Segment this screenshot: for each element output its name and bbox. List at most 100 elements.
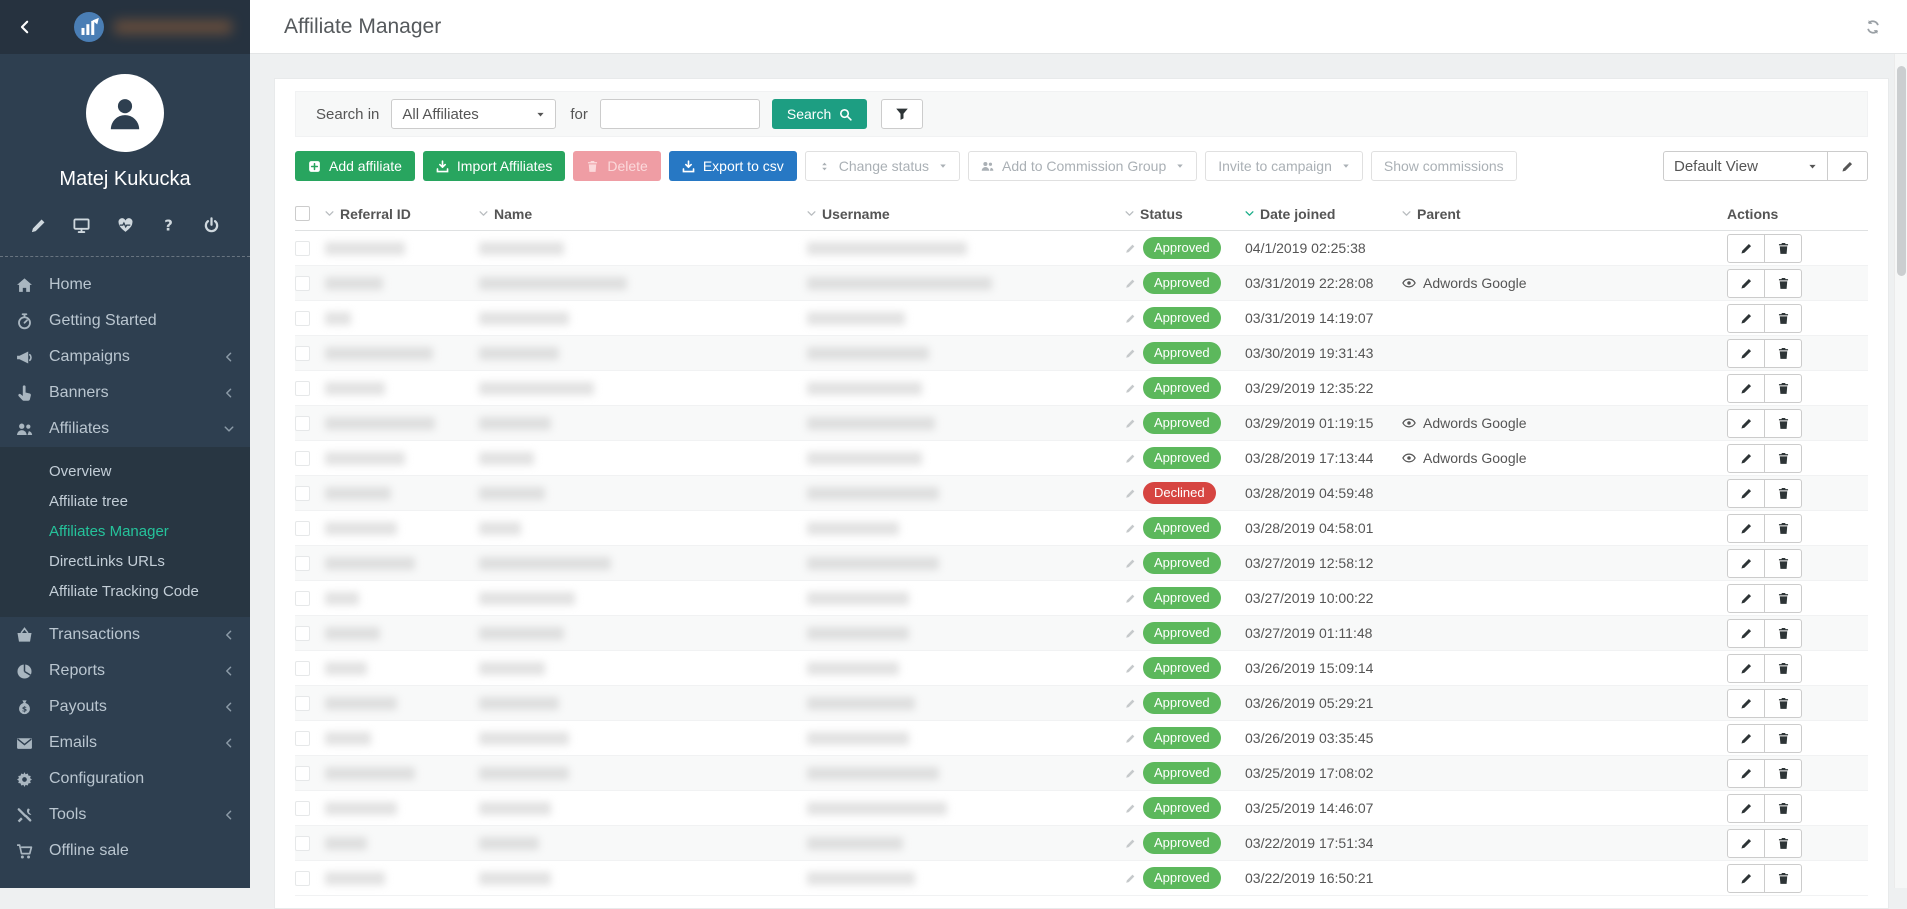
column-header-parent[interactable]: Parent <box>1402 206 1727 222</box>
sidebar-subitem-overview[interactable]: Overview <box>0 457 250 487</box>
delete-row-button[interactable] <box>1764 374 1802 403</box>
edit-row-button[interactable] <box>1727 304 1765 333</box>
edit-row-button[interactable] <box>1727 689 1765 718</box>
scrollbar[interactable] <box>1894 54 1907 888</box>
delete-row-button[interactable] <box>1764 444 1802 473</box>
edit-row-button[interactable] <box>1727 269 1765 298</box>
row-checkbox[interactable] <box>295 871 310 886</box>
edit-row-button[interactable] <box>1727 864 1765 893</box>
delete-row-button[interactable] <box>1764 864 1802 893</box>
row-checkbox[interactable] <box>295 731 310 746</box>
column-header-username[interactable]: Username <box>807 206 1125 222</box>
select-all-checkbox[interactable] <box>295 206 310 221</box>
export-to-csv-button[interactable]: Export to csv <box>669 151 797 181</box>
sidebar-subitem-affiliate-tree[interactable]: Affiliate tree <box>0 487 250 517</box>
edit-row-button[interactable] <box>1727 444 1765 473</box>
sidebar-item-transactions[interactable]: Transactions <box>0 617 250 653</box>
edit-row-button[interactable] <box>1727 514 1765 543</box>
delete-row-button[interactable] <box>1764 724 1802 753</box>
edit-row-button[interactable] <box>1727 234 1765 263</box>
row-checkbox[interactable] <box>295 521 310 536</box>
column-header-date-joined[interactable]: Date joined <box>1245 206 1402 222</box>
edit-row-button[interactable] <box>1727 374 1765 403</box>
sidebar-subitem-affiliates-manager[interactable]: Affiliates Manager <box>0 517 250 547</box>
row-checkbox[interactable] <box>295 661 310 676</box>
delete-row-button[interactable] <box>1764 829 1802 858</box>
back-icon[interactable] <box>18 17 32 37</box>
delete-row-button[interactable] <box>1764 339 1802 368</box>
sidebar-item-affiliates[interactable]: Affiliates <box>0 411 250 447</box>
sidebar-item-banners[interactable]: Banners <box>0 375 250 411</box>
heartbeat-icon[interactable] <box>117 217 134 234</box>
delete-row-button[interactable] <box>1764 759 1802 788</box>
delete-row-button[interactable] <box>1764 479 1802 508</box>
sidebar-item-getting-started[interactable]: Getting Started <box>0 303 250 339</box>
import-affiliates-button[interactable]: Import Affiliates <box>423 151 565 181</box>
row-checkbox[interactable] <box>295 241 310 256</box>
column-header-status[interactable]: Status <box>1125 206 1245 222</box>
delete-row-button[interactable] <box>1764 269 1802 298</box>
sidebar-item-campaigns[interactable]: Campaigns <box>0 339 250 375</box>
add-affiliate-button[interactable]: Add affiliate <box>295 151 415 181</box>
edit-row-button[interactable] <box>1727 339 1765 368</box>
view-select[interactable]: Default View <box>1663 151 1828 181</box>
sidebar-subitem-directlinks-urls[interactable]: DirectLinks URLs <box>0 547 250 577</box>
delete-row-button[interactable] <box>1764 794 1802 823</box>
edit-row-button[interactable] <box>1727 619 1765 648</box>
column-header-referral-id[interactable]: Referral ID <box>325 206 479 222</box>
delete-row-button[interactable] <box>1764 549 1802 578</box>
row-checkbox[interactable] <box>295 836 310 851</box>
edit-row-button[interactable] <box>1727 409 1765 438</box>
delete-row-button[interactable] <box>1764 514 1802 543</box>
row-checkbox[interactable] <box>295 346 310 361</box>
edit-row-button[interactable] <box>1727 829 1765 858</box>
delete-row-button[interactable] <box>1764 619 1802 648</box>
avatar[interactable] <box>86 74 164 152</box>
sidebar-item-configuration[interactable]: Configuration <box>0 761 250 797</box>
edit-row-button[interactable] <box>1727 549 1765 578</box>
row-checkbox[interactable] <box>295 311 310 326</box>
row-checkbox[interactable] <box>295 591 310 606</box>
filter-button[interactable] <box>881 99 923 129</box>
column-header-name[interactable]: Name <box>479 206 807 222</box>
row-checkbox[interactable] <box>295 766 310 781</box>
row-checkbox[interactable] <box>295 416 310 431</box>
edit-row-button[interactable] <box>1727 479 1765 508</box>
edit-row-button[interactable] <box>1727 794 1765 823</box>
row-checkbox[interactable] <box>295 626 310 641</box>
row-checkbox[interactable] <box>295 696 310 711</box>
search-button[interactable]: Search <box>772 99 867 129</box>
sidebar-item-tools[interactable]: Tools <box>0 797 250 833</box>
delete-row-button[interactable] <box>1764 409 1802 438</box>
delete-row-button[interactable] <box>1764 654 1802 683</box>
search-scope-select[interactable]: All Affiliates <box>391 99 556 129</box>
search-input[interactable] <box>600 99 760 129</box>
edit-row-button[interactable] <box>1727 724 1765 753</box>
power-icon[interactable] <box>203 217 220 234</box>
row-checkbox[interactable] <box>295 451 310 466</box>
edit-row-button[interactable] <box>1727 759 1765 788</box>
sidebar-item-offline-sale[interactable]: Offline sale <box>0 833 250 869</box>
row-checkbox[interactable] <box>295 381 310 396</box>
row-checkbox[interactable] <box>295 276 310 291</box>
edit-row-button[interactable] <box>1727 584 1765 613</box>
row-checkbox[interactable] <box>295 556 310 571</box>
sidebar-item-payouts[interactable]: $Payouts <box>0 689 250 725</box>
delete-row-button[interactable] <box>1764 304 1802 333</box>
sidebar-subitem-affiliate-tracking-code[interactable]: Affiliate Tracking Code <box>0 577 250 607</box>
sidebar-item-reports[interactable]: Reports <box>0 653 250 689</box>
sidebar-item-emails[interactable]: Emails <box>0 725 250 761</box>
sidebar-item-home[interactable]: Home <box>0 267 250 303</box>
edit-view-button[interactable] <box>1828 151 1868 181</box>
scrollbar-thumb[interactable] <box>1897 66 1906 276</box>
question-icon[interactable]: ? <box>160 217 177 234</box>
delete-row-button[interactable] <box>1764 584 1802 613</box>
refresh-icon[interactable] <box>1865 19 1881 35</box>
monitor-icon[interactable] <box>73 217 90 234</box>
edit-row-button[interactable] <box>1727 654 1765 683</box>
row-checkbox[interactable] <box>295 801 310 816</box>
delete-row-button[interactable] <box>1764 234 1802 263</box>
pencil-icon[interactable] <box>30 217 47 234</box>
delete-row-button[interactable] <box>1764 689 1802 718</box>
row-checkbox[interactable] <box>295 486 310 501</box>
